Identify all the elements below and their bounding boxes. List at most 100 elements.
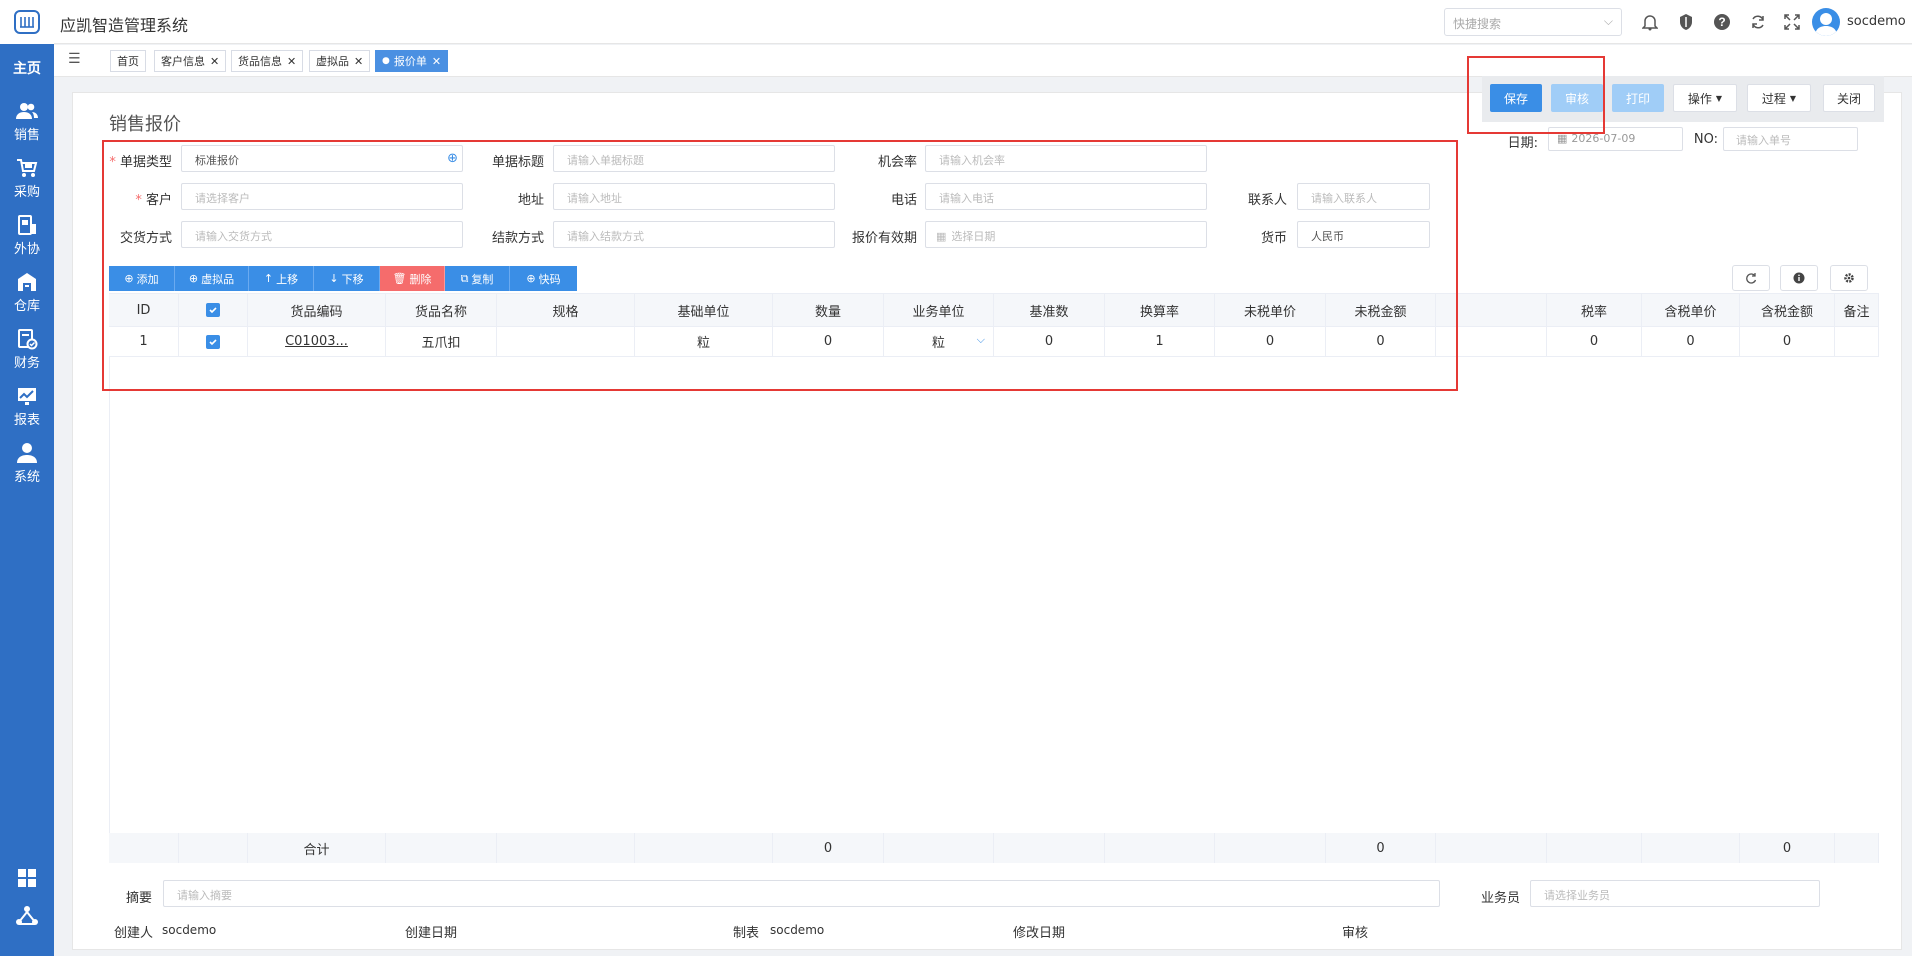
footer-cell	[884, 833, 994, 863]
print-button[interactable]: 打印	[1612, 84, 1664, 112]
footer-amount-tax-total: 0	[1740, 833, 1835, 863]
tab-customer-info[interactable]: 客户信息 ✕	[154, 50, 227, 72]
warehouse-icon	[16, 271, 38, 293]
network-icon[interactable]	[15, 905, 39, 930]
sidebar-item-system[interactable]: 系统	[0, 442, 54, 485]
users-icon	[16, 100, 38, 122]
no-label: NO:	[1693, 132, 1718, 147]
operate-dropdown[interactable]: 操作 ▼	[1673, 84, 1737, 112]
sidebar-item-label: 外协	[13, 242, 40, 257]
sidebar-item-label: 系统	[13, 470, 40, 485]
close-icon[interactable]: ✕	[287, 55, 296, 68]
apps-grid-icon[interactable]	[17, 868, 37, 891]
footer-cell	[1642, 833, 1740, 863]
sidebar-item-label: 采购	[13, 185, 40, 200]
cell-tax-rate[interactable]: 0	[1547, 327, 1642, 357]
salesman-label: 业务员	[1480, 891, 1520, 906]
caret-down-icon: ▼	[1715, 93, 1723, 103]
footer-total-label: 合计	[248, 833, 386, 863]
tab-virtual-product[interactable]: 虚拟品 ✕	[309, 50, 371, 72]
modified-date-label: 修改日期	[1013, 926, 1066, 941]
help-icon[interactable]: ?	[1712, 12, 1732, 32]
tab-product-info[interactable]: 货品信息 ✕	[231, 50, 304, 72]
username[interactable]: socdemo	[1847, 14, 1906, 29]
app-title: 应凯智造管理系统	[60, 16, 189, 35]
tab-label: 报价单	[393, 55, 427, 68]
sidebar-home[interactable]: 主页	[0, 58, 54, 78]
footer-cell	[386, 833, 497, 863]
tab-quotation[interactable]: ● 报价单 ✕	[375, 50, 449, 72]
footer-amount-notax-total: 0	[1326, 833, 1436, 863]
sidebar-item-reports[interactable]: 报表	[0, 385, 54, 428]
col-amount-tax[interactable]: 含税金额	[1740, 293, 1835, 327]
sidebar-item-warehouse[interactable]: 仓库	[0, 271, 54, 314]
col-tax-rate[interactable]: 税率	[1547, 293, 1642, 327]
footer-cell	[635, 833, 773, 863]
close-icon[interactable]: ✕	[354, 55, 363, 68]
doc-no-input[interactable]: 请输入单号	[1723, 127, 1858, 151]
sidebar-item-label: 报表	[13, 413, 40, 428]
cell-remark[interactable]	[1835, 327, 1879, 357]
auditor-label: 审核	[1342, 926, 1369, 941]
close-button[interactable]: 关闭	[1823, 84, 1875, 112]
caret-down-icon: ▼	[1789, 93, 1797, 103]
info-icon[interactable]	[1780, 265, 1818, 291]
svg-text:?: ?	[1718, 15, 1725, 29]
process-label: 过程	[1761, 91, 1786, 106]
close-icon[interactable]: ✕	[210, 55, 219, 68]
footer-cell	[497, 833, 635, 863]
bell-icon[interactable]	[1640, 12, 1660, 32]
top-bar	[54, 0, 1912, 44]
footer-cell	[1835, 833, 1879, 863]
footer-cell	[109, 833, 179, 863]
table-refresh-icon[interactable]	[1732, 265, 1770, 291]
highlight-box-toolbar	[1467, 56, 1605, 134]
salesman-select[interactable]: 请选择业务员	[1530, 880, 1820, 907]
footer-cell	[1215, 833, 1326, 863]
created-date-label: 创建日期	[405, 926, 458, 941]
avatar[interactable]	[1812, 8, 1840, 36]
refresh-icon[interactable]	[1748, 12, 1768, 32]
sidebar-item-finance[interactable]: 财务	[0, 328, 54, 371]
cell-amount-tax[interactable]: 0	[1740, 327, 1835, 357]
active-dot-icon: ●	[382, 56, 390, 66]
operate-label: 操作	[1687, 91, 1712, 106]
footer-qty-total: 0	[773, 833, 884, 863]
tab-label: 货品信息	[238, 55, 282, 68]
logo-icon	[14, 10, 40, 34]
date-label: 日期:	[1507, 136, 1538, 151]
maker-value: socdemo	[770, 923, 825, 937]
summary-label: 摘要	[125, 891, 152, 906]
collapse-menu-icon[interactable]: ☰	[68, 51, 81, 67]
tab-label: 客户信息	[161, 55, 205, 68]
summary-input[interactable]: 请输入摘要	[163, 880, 1440, 907]
shield-icon[interactable]	[1676, 12, 1696, 32]
settings-gear-icon[interactable]	[1830, 265, 1868, 291]
highlight-box-form	[102, 140, 1458, 391]
process-dropdown[interactable]: 过程 ▼	[1747, 84, 1811, 112]
col-price-tax[interactable]: 含税单价	[1642, 293, 1740, 327]
table-body-left-border	[109, 357, 110, 833]
sidebar-item-label: 财务	[13, 356, 40, 371]
footer-cell	[179, 833, 248, 863]
footer-cell	[1547, 833, 1642, 863]
person-icon	[16, 442, 38, 464]
maker-label: 制表	[733, 926, 760, 941]
cell-price-tax[interactable]: 0	[1642, 327, 1740, 357]
sidebar-item-label: 仓库	[13, 299, 40, 314]
tab-home[interactable]: 首页	[110, 50, 146, 72]
tab-label: 虚拟品	[316, 55, 349, 68]
sidebar-item-sales[interactable]: 销售	[0, 100, 54, 143]
footer-cell	[1436, 833, 1547, 863]
chart-icon	[16, 385, 38, 407]
close-icon[interactable]: ✕	[432, 55, 441, 68]
sidebar-item-purchase[interactable]: 采购	[0, 157, 54, 200]
outsource-icon	[16, 214, 38, 236]
sidebar-item-outsource[interactable]: 外协	[0, 214, 54, 257]
quick-search-input[interactable]: 快捷搜索 ⌵	[1444, 8, 1622, 36]
logo[interactable]	[0, 0, 54, 44]
col-remark[interactable]: 备注	[1835, 293, 1879, 327]
fullscreen-icon[interactable]	[1782, 12, 1802, 32]
creator-label: 创建人	[114, 926, 154, 941]
creator-value: socdemo	[162, 923, 217, 937]
